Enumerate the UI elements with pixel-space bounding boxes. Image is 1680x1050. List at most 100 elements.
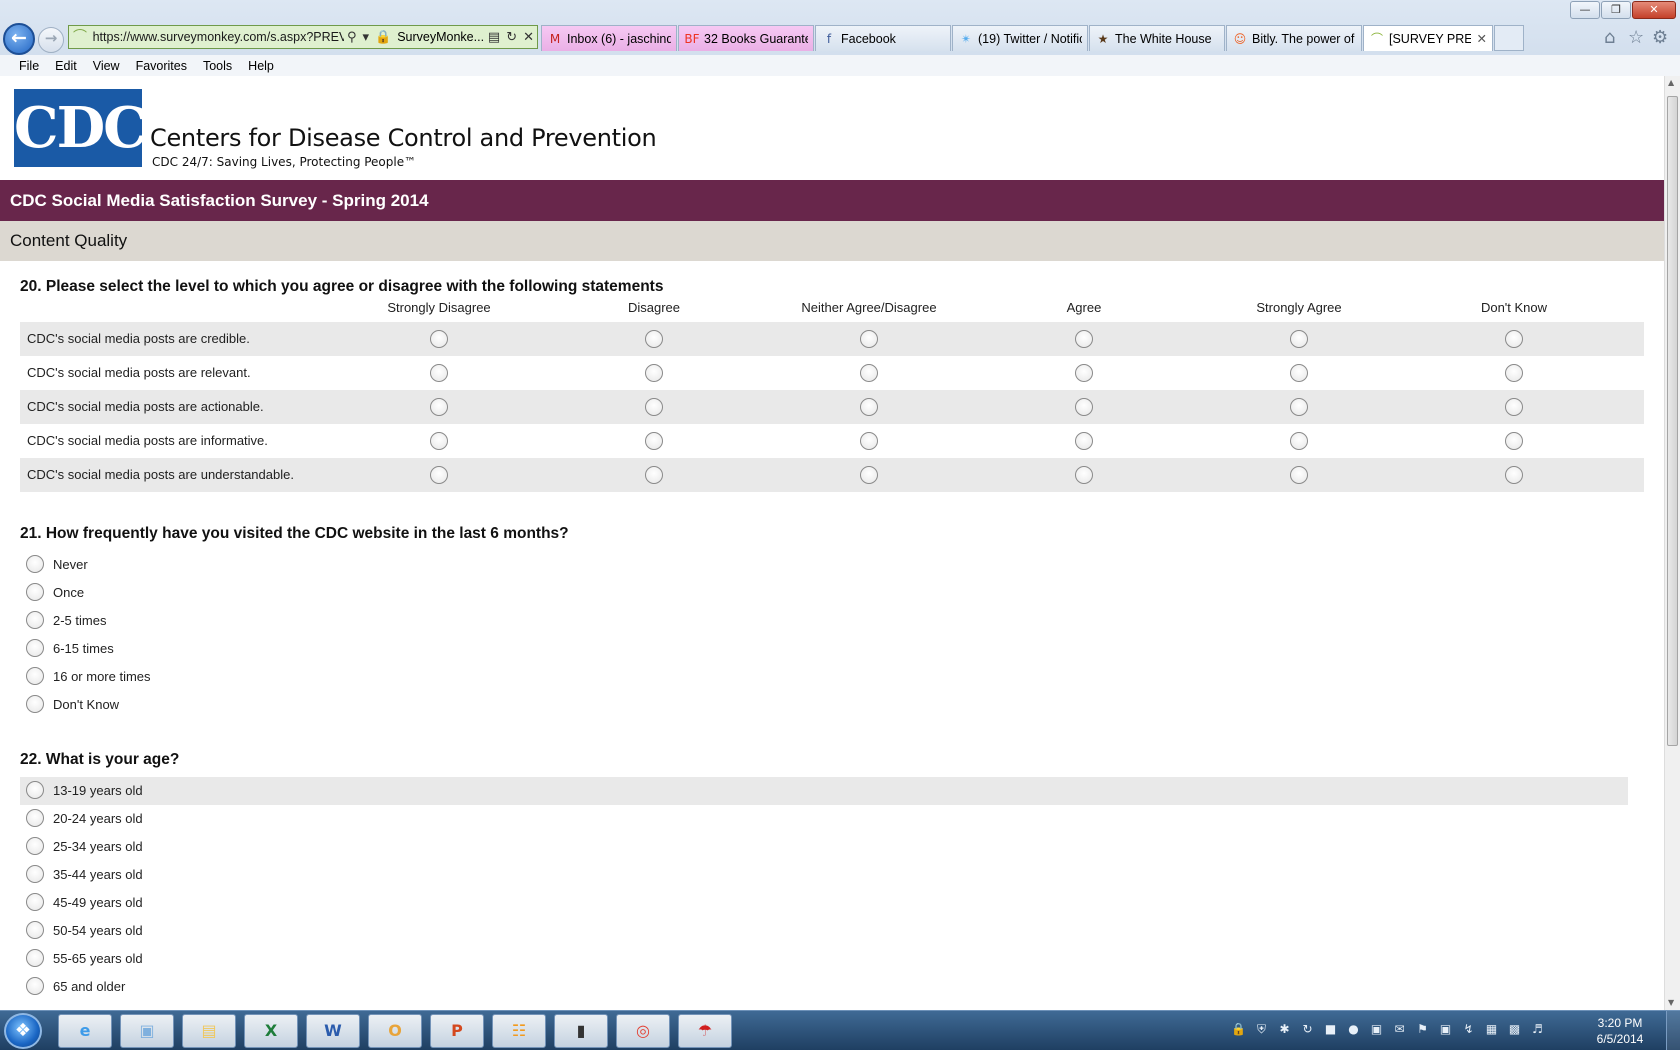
answer-option[interactable]: 45-49 years old [20,889,1628,917]
new-tab-button[interactable] [1494,25,1524,51]
network-icon[interactable]: ▩ [1506,1021,1523,1038]
answer-option[interactable]: 50-54 years old [20,917,1628,945]
notes-app-icon[interactable]: ▮ [554,1014,608,1048]
answer-option[interactable]: 16 or more times [20,663,1628,691]
rating-radio[interactable] [430,432,448,450]
answer-option[interactable]: 20-24 years old [20,805,1628,833]
menu-edit[interactable]: Edit [55,59,77,73]
update-icon[interactable]: ● [1345,1021,1362,1038]
browser-tab[interactable]: ✴ (19) Twitter / Notific... [952,25,1088,51]
rating-radio[interactable] [430,398,448,416]
answer-option[interactable]: 6-15 times [20,635,1628,663]
close-window-button[interactable]: ✕ [1632,1,1676,19]
rating-radio[interactable] [860,432,878,450]
forward-button[interactable]: → [38,27,64,53]
rating-radio[interactable] [860,364,878,382]
answer-option[interactable]: 13-19 years old [20,777,1628,805]
restore-button[interactable]: ❐ [1601,1,1631,19]
answer-option[interactable]: 35-44 years old [20,861,1628,889]
outlook-icon[interactable]: O [368,1014,422,1048]
answer-option[interactable]: 65 and older [20,973,1628,1001]
menu-file[interactable]: File [19,59,39,73]
rating-radio[interactable] [1075,432,1093,450]
rating-radio[interactable] [860,330,878,348]
lock-icon[interactable]: 🔒 [375,30,391,45]
address-url[interactable]: https://www.surveymonkey.com/s.aspx?PREV… [93,30,344,44]
internet-explorer-icon[interactable]: e [58,1014,112,1048]
usb-icon[interactable]: ↯ [1460,1021,1477,1038]
answer-option[interactable]: 2-5 times [20,607,1628,635]
option-radio[interactable] [26,921,44,939]
chrome-icon[interactable]: ◎ [616,1014,670,1048]
menu-tools[interactable]: Tools [203,59,232,73]
show-desktop-button[interactable] [1666,1011,1680,1050]
rating-radio[interactable] [645,432,663,450]
rating-radio[interactable] [1505,432,1523,450]
monitor-icon[interactable]: ▣ [1437,1021,1454,1038]
rating-radio[interactable] [1505,398,1523,416]
answer-option[interactable]: Don't Know [20,691,1628,719]
rating-radio[interactable] [1075,466,1093,484]
rating-radio[interactable] [1290,330,1308,348]
search-icon[interactable]: ⚲ [347,30,357,45]
site-identity[interactable]: SurveyMonke... [397,30,485,44]
rating-radio[interactable] [1290,466,1308,484]
rating-radio[interactable] [1290,432,1308,450]
option-radio[interactable] [26,949,44,967]
favorites-star-icon[interactable]: ☆ [1628,27,1644,48]
option-radio[interactable] [26,893,44,911]
option-radio[interactable] [26,781,44,799]
home-icon[interactable]: ⌂ [1604,27,1615,48]
acrobat-icon[interactable]: ☂ [678,1014,732,1048]
scroll-thumb[interactable] [1667,96,1678,746]
system-clock[interactable]: 3:20 PM 6/5/2014 [1582,1015,1658,1047]
rating-radio[interactable] [1505,330,1523,348]
compatibility-view-icon[interactable]: ▤ [488,30,500,45]
minimize-button[interactable]: — [1570,1,1600,19]
rating-radio[interactable] [860,398,878,416]
refresh-icon[interactable]: ↻ [506,30,517,45]
browser-tab[interactable]: f Facebook [815,25,951,51]
device-icon[interactable]: ▦ [1483,1021,1500,1038]
rating-radio[interactable] [1505,364,1523,382]
tab-close-icon[interactable]: ✕ [1471,31,1487,46]
answer-option[interactable]: 25-34 years old [20,833,1628,861]
rating-radio[interactable] [1075,364,1093,382]
option-radio[interactable] [26,583,44,601]
answer-option[interactable]: 55-65 years old [20,945,1628,973]
start-button[interactable]: ❖ [4,1013,42,1049]
option-radio[interactable] [26,809,44,827]
rating-radio[interactable] [860,466,878,484]
bluetooth-icon[interactable]: ✱ [1276,1021,1293,1038]
excel-icon[interactable]: X [244,1014,298,1048]
menu-view[interactable]: View [93,59,120,73]
sync-icon[interactable]: ↻ [1299,1021,1316,1038]
rating-radio[interactable] [1505,466,1523,484]
scroll-up-arrow-icon[interactable]: ▲ [1668,78,1674,87]
mail-icon[interactable]: ✉ [1391,1021,1408,1038]
vertical-scrollbar[interactable]: ▲ ▼ [1664,76,1680,1010]
menu-favorites[interactable]: Favorites [136,59,187,73]
browser-tab[interactable]: BF 32 Books Guarantee... [678,25,814,51]
option-radio[interactable] [26,837,44,855]
rating-radio[interactable] [645,330,663,348]
rating-radio[interactable] [430,330,448,348]
file-explorer-icon[interactable]: ▤ [182,1014,236,1048]
answer-option[interactable]: Never [20,551,1628,579]
remote-desktop-icon[interactable]: ▣ [120,1014,174,1048]
office-tray-icon[interactable]: ■ [1322,1021,1339,1038]
rating-radio[interactable] [1290,364,1308,382]
office-app-icon[interactable]: ☷ [492,1014,546,1048]
rating-radio[interactable] [1075,398,1093,416]
browser-tab[interactable]: M Inbox (6) - jaschinde... [541,25,677,51]
rating-radio[interactable] [430,364,448,382]
menu-help[interactable]: Help [248,59,274,73]
lock-tray-icon[interactable]: ▣ [1368,1021,1385,1038]
option-radio[interactable] [26,695,44,713]
volume-icon[interactable]: ♬ [1529,1021,1546,1038]
back-button[interactable]: ← [3,23,35,55]
scroll-down-arrow-icon[interactable]: ▼ [1668,998,1674,1007]
option-radio[interactable] [26,667,44,685]
rating-radio[interactable] [645,398,663,416]
option-radio[interactable] [26,865,44,883]
